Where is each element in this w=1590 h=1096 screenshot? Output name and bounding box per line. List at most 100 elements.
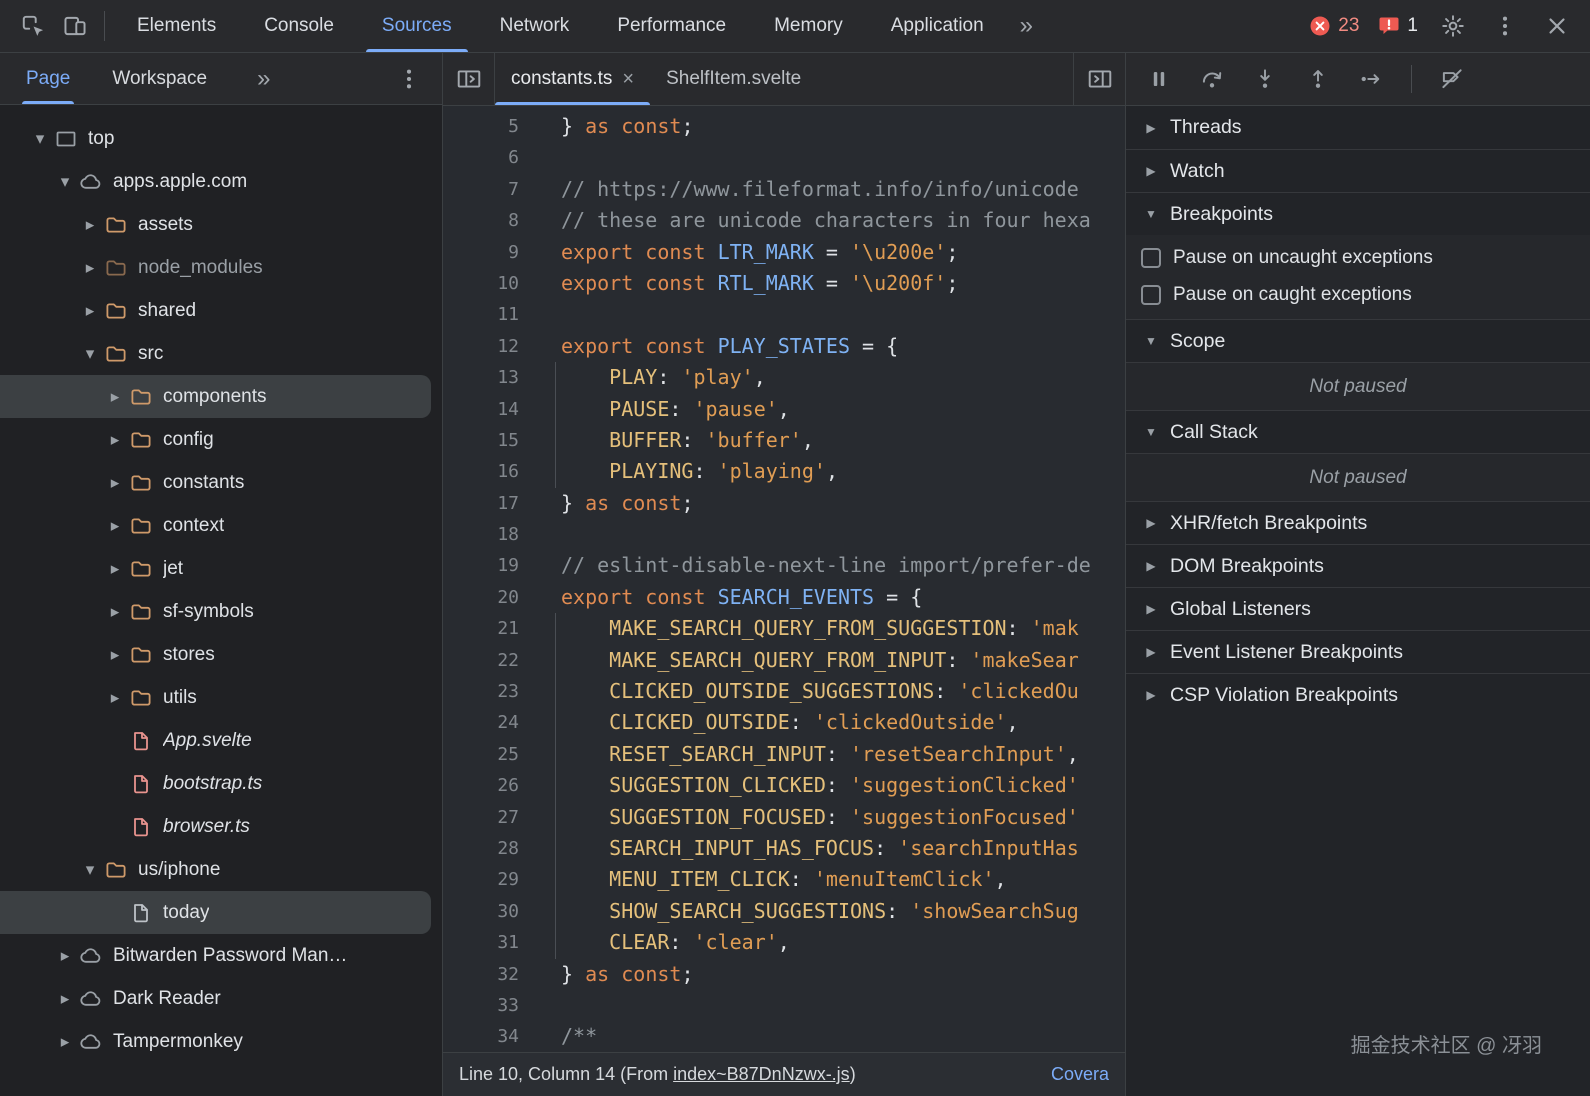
tree-item-tampermonkey[interactable]: ▸Tampermonkey — [0, 1020, 442, 1063]
tree-item-components[interactable]: ▸components — [0, 375, 431, 418]
tree-item-stores[interactable]: ▸stores — [0, 633, 442, 676]
inspect-element-button[interactable] — [12, 5, 54, 47]
line-number[interactable]: 34 — [443, 1021, 519, 1052]
line-number[interactable]: 15 — [443, 425, 519, 456]
section-global-listeners[interactable]: ▶Global Listeners — [1126, 587, 1590, 630]
chevron-right-icon[interactable]: ▸ — [103, 559, 127, 579]
tree-item-sf-symbols[interactable]: ▸sf-symbols — [0, 590, 442, 633]
navigator-tab-page[interactable]: Page — [22, 53, 74, 104]
step-out-button[interactable] — [1305, 66, 1331, 92]
line-number[interactable]: 26 — [443, 770, 519, 801]
section-watch[interactable]: ▶Watch — [1126, 149, 1590, 192]
close-tab-icon[interactable]: × — [622, 69, 634, 89]
section-xhr-fetch-breakpoints[interactable]: ▶XHR/fetch Breakpoints — [1126, 501, 1590, 544]
chevron-down-icon[interactable]: ▾ — [53, 172, 77, 192]
sourcemap-link[interactable]: index~B87DnNzwx-.js — [673, 1064, 850, 1085]
line-number[interactable]: 27 — [443, 802, 519, 833]
line-number[interactable]: 22 — [443, 645, 519, 676]
chevron-right-icon[interactable]: ▸ — [103, 516, 127, 536]
chevron-right-icon[interactable]: ▸ — [103, 387, 127, 407]
deactivate-breakpoints-button[interactable] — [1439, 66, 1465, 92]
section-scope[interactable]: ▼Scope — [1126, 319, 1590, 362]
settings-button[interactable] — [1432, 5, 1474, 47]
chevron-right-icon[interactable]: ▸ — [78, 258, 102, 278]
pause-button[interactable] — [1146, 66, 1172, 92]
line-number[interactable]: 13 — [443, 362, 519, 393]
tree-item-browser-ts[interactable]: browser.ts — [0, 805, 442, 848]
error-badge[interactable]: 23 — [1304, 14, 1363, 38]
section-csp-violation-breakpoints[interactable]: ▶CSP Violation Breakpoints — [1126, 673, 1590, 716]
chevron-down-icon[interactable]: ▾ — [28, 129, 52, 149]
line-number[interactable]: 30 — [443, 896, 519, 927]
pause-on-caught-exceptions-row[interactable]: Pause on caught exceptions — [1126, 276, 1590, 319]
tree-item-utils[interactable]: ▸utils — [0, 676, 442, 719]
chevron-right-icon[interactable]: ▸ — [103, 602, 127, 622]
tree-item-app-svelte[interactable]: App.svelte — [0, 719, 442, 762]
tree-item-src[interactable]: ▾src — [0, 332, 442, 375]
tree-item-jet[interactable]: ▸jet — [0, 547, 442, 590]
navigator-menu-button[interactable] — [388, 58, 430, 100]
tab-network[interactable]: Network — [476, 0, 594, 52]
tab-sources[interactable]: Sources — [358, 0, 476, 52]
tree-item-apps-apple-com[interactable]: ▾apps.apple.com — [0, 160, 442, 203]
line-number[interactable]: 33 — [443, 990, 519, 1021]
line-number[interactable]: 29 — [443, 864, 519, 895]
chevron-right-icon[interactable]: ▸ — [103, 645, 127, 665]
tree-item-bootstrap-ts[interactable]: bootstrap.ts — [0, 762, 442, 805]
tree-item-assets[interactable]: ▸assets — [0, 203, 442, 246]
tree-item-context[interactable]: ▸context — [0, 504, 442, 547]
tree-item-today[interactable]: today — [0, 891, 431, 934]
chevron-right-icon[interactable]: ▸ — [53, 989, 77, 1009]
code-editor[interactable]: 5678910111213141516171819202122232425262… — [443, 106, 1125, 1052]
tree-item-config[interactable]: ▸config — [0, 418, 442, 461]
coverage-link[interactable]: Covera — [1031, 1064, 1109, 1085]
line-number[interactable]: 28 — [443, 833, 519, 864]
line-number[interactable]: 14 — [443, 394, 519, 425]
tree-item-node-modules[interactable]: ▸node_modules — [0, 246, 442, 289]
line-number[interactable]: 23 — [443, 676, 519, 707]
tab-elements[interactable]: Elements — [113, 0, 240, 52]
step-into-button[interactable] — [1252, 66, 1278, 92]
pause-on-uncaught-exceptions-row[interactable]: Pause on uncaught exceptions — [1126, 235, 1590, 276]
chevron-right-icon[interactable]: ▸ — [53, 946, 77, 966]
chevron-right-icon[interactable]: ▸ — [103, 473, 127, 493]
tab-console[interactable]: Console — [240, 0, 358, 52]
section-threads[interactable]: ▶Threads — [1126, 106, 1590, 149]
line-number[interactable]: 19 — [443, 550, 519, 581]
device-toolbar-button[interactable] — [54, 5, 96, 47]
tree-item-shared[interactable]: ▸shared — [0, 289, 442, 332]
line-number[interactable]: 5 — [443, 111, 519, 142]
line-number[interactable]: 18 — [443, 519, 519, 550]
line-number[interactable]: 31 — [443, 927, 519, 958]
line-number[interactable]: 9 — [443, 237, 519, 268]
section-dom-breakpoints[interactable]: ▶DOM Breakpoints — [1126, 544, 1590, 587]
tree-item-bitwarden-password-man[interactable]: ▸Bitwarden Password Man… — [0, 934, 442, 977]
toggle-debugger-button[interactable] — [1073, 53, 1125, 105]
line-number[interactable]: 16 — [443, 456, 519, 487]
pause-on-caught-exceptions-checkbox[interactable] — [1141, 285, 1161, 305]
line-number[interactable]: 7 — [443, 174, 519, 205]
tree-item-us-iphone[interactable]: ▾us/iphone — [0, 848, 442, 891]
line-number[interactable]: 21 — [443, 613, 519, 644]
chevron-right-icon[interactable]: ▸ — [78, 301, 102, 321]
line-number[interactable]: 17 — [443, 488, 519, 519]
line-number[interactable]: 8 — [443, 205, 519, 236]
chevron-right-icon[interactable]: ▸ — [103, 688, 127, 708]
section-call-stack[interactable]: ▼Call Stack — [1126, 410, 1590, 453]
devtools-menu-button[interactable] — [1484, 5, 1526, 47]
more-navigator-tabs-button[interactable]: » — [245, 65, 282, 93]
line-number[interactable]: 32 — [443, 959, 519, 990]
step-button[interactable] — [1358, 66, 1384, 92]
tree-item-constants[interactable]: ▸constants — [0, 461, 442, 504]
section-breakpoints[interactable]: ▼Breakpoints — [1126, 192, 1590, 235]
line-number[interactable]: 6 — [443, 142, 519, 173]
line-number[interactable]: 20 — [443, 582, 519, 613]
tab-memory[interactable]: Memory — [750, 0, 867, 52]
tree-item-top[interactable]: ▾top — [0, 117, 442, 160]
more-tabs-button[interactable]: » — [1008, 12, 1045, 40]
line-number[interactable]: 25 — [443, 739, 519, 770]
navigator-tab-workspace[interactable]: Workspace — [108, 53, 211, 104]
pause-on-uncaught-exceptions-checkbox[interactable] — [1141, 248, 1161, 268]
chevron-right-icon[interactable]: ▸ — [53, 1032, 77, 1052]
tab-performance[interactable]: Performance — [593, 0, 750, 52]
